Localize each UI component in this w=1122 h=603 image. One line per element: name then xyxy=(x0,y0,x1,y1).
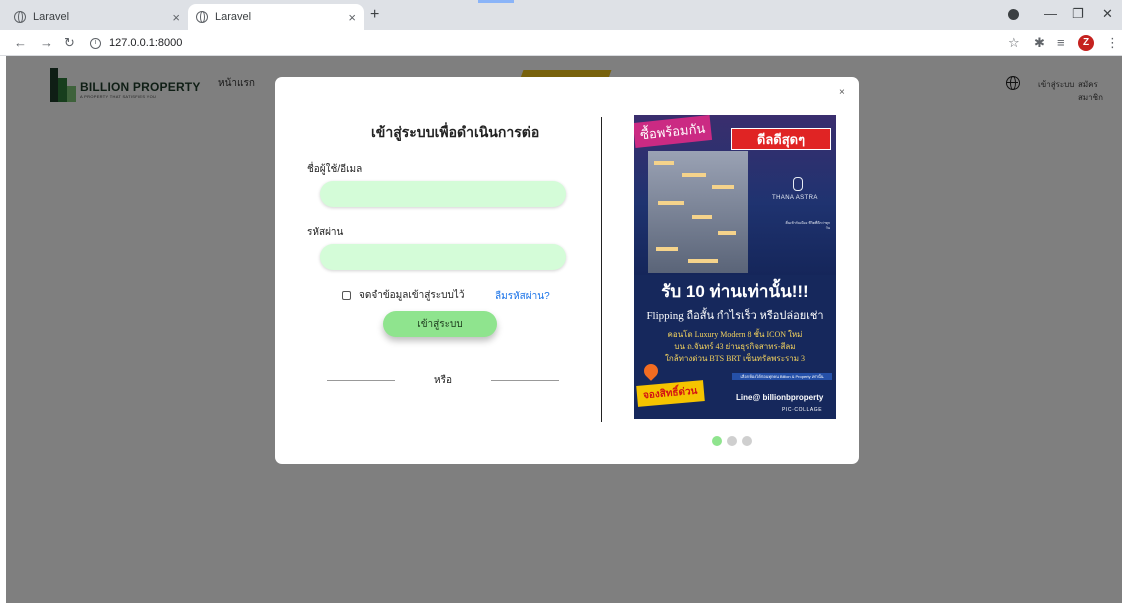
or-divider-right xyxy=(491,380,559,381)
remember-me-label[interactable]: จดจำข้อมูลเข้าสู่ระบบไว้ xyxy=(359,288,464,303)
username-label: ชื่อผู้ใช้/อีเมล xyxy=(307,164,363,175)
building-image xyxy=(648,151,748,273)
close-icon[interactable]: × xyxy=(172,10,180,25)
info-icon[interactable]: i xyxy=(90,37,101,49)
banner-reserve-label: จองสิทธิ์ด่วน xyxy=(636,380,705,407)
close-icon[interactable]: × xyxy=(348,10,356,25)
banner-subline: Flipping ถือสั้น กำไรเร็ว หรือปล่อยเช่า xyxy=(646,310,824,322)
password-input[interactable] xyxy=(320,244,566,270)
minimize-icon[interactable]: — xyxy=(1044,6,1057,21)
checkbox-icon[interactable] xyxy=(342,291,351,300)
banner-tag-best-deal: ดีลดีสุดๆ xyxy=(731,128,831,150)
browser-toolbar: ← → ↻ i 127.0.0.1:8000 ☆ ✱ ≡ Z ⋮ xyxy=(0,30,1122,56)
extension-icon[interactable] xyxy=(1008,9,1019,20)
or-divider-left xyxy=(327,380,395,381)
carousel-indicators xyxy=(712,436,752,446)
tab-title: Laravel xyxy=(33,11,70,23)
banner-watermark: PIC·COLLAGE xyxy=(782,407,823,413)
profile-avatar[interactable]: Z xyxy=(1078,35,1094,51)
modal-backdrop[interactable]: × เข้าสู่ระบบเพื่อดำเนินการต่อ ชื่อผู้ใช… xyxy=(6,56,1122,603)
menu-icon[interactable]: ⋮ xyxy=(1106,35,1119,51)
window-close-icon[interactable]: ✕ xyxy=(1102,6,1113,22)
vertical-divider xyxy=(601,117,602,422)
carousel-dot-3[interactable] xyxy=(742,436,752,446)
tab-title: Laravel xyxy=(215,11,252,23)
tab-strip-indicator xyxy=(478,0,514,3)
reading-list-icon[interactable]: ≡ xyxy=(1057,35,1065,50)
login-modal: × เข้าสู่ระบบเพื่อดำเนินการต่อ ชื่อผู้ใช… xyxy=(275,77,859,464)
or-text: หรือ xyxy=(434,375,452,386)
new-tab-button[interactable]: + xyxy=(370,6,379,24)
banner-project-name: THANA ASTRA xyxy=(772,195,818,201)
banner-line-3: ใกล้ทางด่วน BTS BRT เซ็นทรัลพระราม 3 xyxy=(664,354,806,363)
browser-tab-1[interactable]: Laravel × xyxy=(6,4,188,30)
page-viewport: BILLION PROPERTY A PROPERTY THAT SATISFI… xyxy=(6,56,1122,603)
thana-astra-logo-icon xyxy=(793,177,803,191)
forward-icon[interactable]: → xyxy=(40,35,53,50)
modal-title: เข้าสู่ระบบเพื่อดำเนินการต่อ xyxy=(371,124,540,140)
login-button[interactable]: เข้าสู่ระบบ xyxy=(383,311,497,337)
browser-tab-strip: Laravel × Laravel × + — ❐ ✕ xyxy=(0,0,1122,30)
promo-banner[interactable]: ซื้อพร้อมกัน ดีลดีสุดๆ THANA ASTRA ตื่นเ… xyxy=(634,115,836,419)
address-bar[interactable]: i 127.0.0.1:8000 xyxy=(90,33,990,53)
browser-tab-2[interactable]: Laravel × xyxy=(188,4,364,30)
banner-small-text: ตื่นเช้ากับเมือง ชีวิตที่ดีกว่าทุกวัน xyxy=(785,221,830,230)
carousel-dot-2[interactable] xyxy=(727,436,737,446)
restore-icon[interactable]: ❐ xyxy=(1072,6,1084,22)
star-icon[interactable]: ☆ xyxy=(1008,35,1020,51)
remember-me-checkbox[interactable]: จดจำข้อมูลเข้าสู่ระบบไว้ xyxy=(342,288,464,303)
puzzle-icon[interactable]: ✱ xyxy=(1034,35,1045,51)
back-icon[interactable]: ← xyxy=(14,35,27,50)
url-text[interactable]: 127.0.0.1:8000 xyxy=(109,37,182,49)
username-input[interactable] xyxy=(320,181,566,207)
banner-line-id: Line@ billionbproperty xyxy=(736,393,824,402)
globe-icon xyxy=(14,11,26,23)
banner-headline: รับ 10 ท่านเท่านั้น!!! xyxy=(661,282,809,301)
password-label: รหัสผ่าน xyxy=(307,227,344,238)
modal-close-button[interactable]: × xyxy=(839,87,845,98)
globe-icon xyxy=(196,11,208,23)
banner-strip: เลือกห้องได้ก่อนทุกคน Billion & Property… xyxy=(732,373,832,380)
reload-icon[interactable]: ↻ xyxy=(64,35,75,51)
carousel-dot-1[interactable] xyxy=(712,436,722,446)
forgot-password-link[interactable]: ลืมรหัสผ่าน? xyxy=(495,289,550,304)
